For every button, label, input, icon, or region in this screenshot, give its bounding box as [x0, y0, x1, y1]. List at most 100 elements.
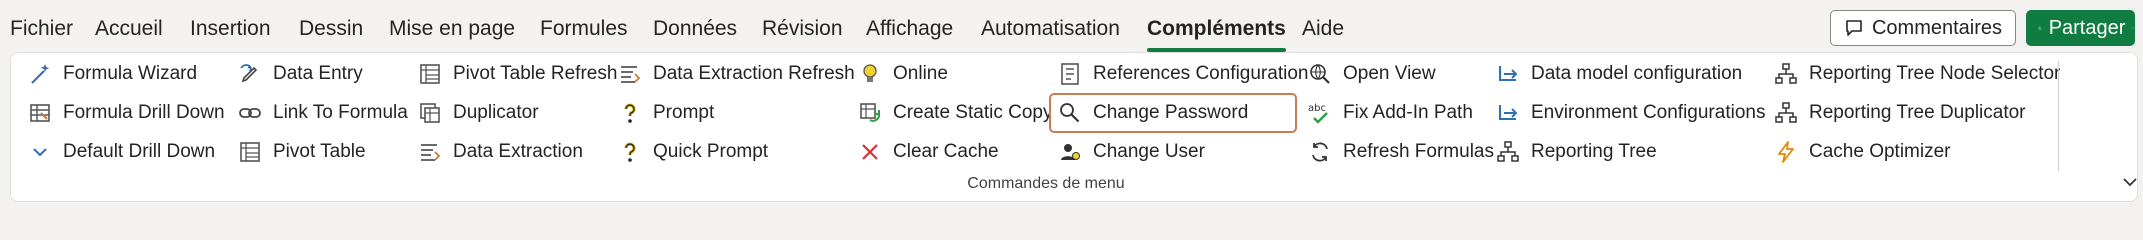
cmd-label: Open View: [1343, 63, 1436, 84]
cmd-label: Default Drill Down: [63, 141, 216, 162]
globe-search-icon: [1307, 61, 1333, 87]
environment-icon: [1495, 100, 1521, 126]
cmd-label: Formula Wizard: [63, 63, 198, 84]
comments-button[interactable]: Commentaires: [1830, 10, 2016, 46]
environment-configurations-button[interactable]: Environment Configurations: [1489, 95, 1771, 131]
bulb-icon: [857, 61, 883, 87]
tab-file[interactable]: Fichier: [10, 14, 73, 44]
cmd-label: Reporting Tree Duplicator: [1809, 102, 2026, 123]
data-model-configuration-button[interactable]: Data model configuration: [1489, 56, 1748, 92]
tab-view[interactable]: Affichage: [866, 14, 953, 44]
online-button[interactable]: Online: [851, 56, 954, 92]
comments-label: Commentaires: [1871, 16, 2003, 39]
reporting-tree-duplicator-button[interactable]: Reporting Tree Duplicator: [1767, 95, 2032, 131]
tab-insert[interactable]: Insertion: [190, 14, 271, 44]
data-extraction-button[interactable]: Data Extraction: [411, 134, 589, 170]
close-icon: [857, 139, 883, 165]
quick-prompt-button[interactable]: Quick Prompt: [611, 134, 774, 170]
tree-duplicate-icon: [1773, 100, 1799, 126]
references-configuration-button[interactable]: References Configuration: [1051, 56, 1314, 92]
link-icon: [237, 100, 263, 126]
chevron-down-icon[interactable]: [2132, 21, 2135, 35]
cmd-label: Data model configuration: [1531, 63, 1743, 84]
group-label: Commandes de menu: [967, 175, 1125, 192]
pivot-refresh-icon: [417, 61, 443, 87]
cmd-label: Cache Optimizer: [1809, 141, 1951, 162]
formula-wizard-button[interactable]: Formula Wizard: [21, 56, 203, 92]
cmd-label: Quick Prompt: [653, 141, 769, 162]
cmd-label: Reporting Tree: [1531, 141, 1657, 162]
cmd-label: References Configuration: [1093, 63, 1309, 84]
open-view-button[interactable]: Open View: [1301, 56, 1442, 92]
lightning-icon: [1773, 139, 1799, 165]
user-change-icon: [1057, 139, 1083, 165]
pivot-table-icon: [237, 139, 263, 165]
cmd-label: Create Static Copy: [893, 102, 1053, 123]
tab-formulas[interactable]: Formules: [540, 14, 628, 44]
cmd-label: Reporting Tree Node Selector: [1809, 63, 2061, 84]
prompt-button[interactable]: Prompt: [611, 95, 720, 131]
tab-data[interactable]: Données: [653, 14, 737, 44]
share-button[interactable]: Partager: [2026, 10, 2135, 46]
data-entry-button[interactable]: Data Entry: [231, 56, 369, 92]
cmd-label: Fix Add-In Path: [1343, 102, 1473, 123]
share-icon: [2038, 26, 2042, 30]
cmd-label: Change User: [1093, 141, 1205, 162]
ribbon-tab-bar: Fichier Accueil Insertion Dessin Mise en…: [0, 0, 2143, 58]
tab-draw[interactable]: Dessin: [299, 14, 363, 44]
change-password-button[interactable]: Change Password: [1049, 93, 1297, 133]
pencil-arrow-icon: [237, 61, 263, 87]
cmd-label: Refresh Formulas: [1343, 141, 1494, 162]
tab-automate[interactable]: Automatisation: [981, 14, 1120, 44]
cmd-label: Data Extraction: [453, 141, 583, 162]
tab-add-ins[interactable]: Compléments: [1147, 14, 1286, 52]
cmd-label: Link To Formula: [273, 102, 408, 123]
chevron-down-icon: [2123, 178, 2137, 187]
reporting-tree-button[interactable]: Reporting Tree: [1489, 134, 1663, 170]
references-icon: [1057, 61, 1083, 87]
cmd-label: Data Extraction Refresh: [653, 63, 855, 84]
group-divider: [2058, 61, 2059, 171]
abc-check-icon: abc: [1307, 100, 1333, 126]
cmd-label: Data Entry: [273, 63, 363, 84]
clear-cache-button[interactable]: Clear Cache: [851, 134, 1005, 170]
comment-icon: [1846, 20, 1862, 36]
cmd-label: Online: [893, 63, 948, 84]
cmd-label: Formula Drill Down: [63, 102, 225, 123]
default-drill-down-button[interactable]: Default Drill Down: [21, 134, 221, 170]
tree-select-icon: [1773, 61, 1799, 87]
ribbon-collapse-button[interactable]: [2119, 171, 2141, 193]
chevron-down-icon: [27, 139, 53, 165]
duplicate-icon: [417, 100, 443, 126]
tab-review[interactable]: Révision: [762, 14, 843, 44]
svg-text:abc: abc: [1308, 103, 1326, 114]
pivot-table-refresh-button[interactable]: Pivot Table Refresh: [411, 56, 623, 92]
tab-help[interactable]: Aide: [1302, 14, 1344, 44]
quick-question-icon: [617, 139, 643, 165]
tree-icon: [1495, 139, 1521, 165]
cache-optimizer-button[interactable]: Cache Optimizer: [1767, 134, 1957, 170]
duplicator-button[interactable]: Duplicator: [411, 95, 545, 131]
link-to-formula-button[interactable]: Link To Formula: [231, 95, 414, 131]
static-copy-icon: [857, 100, 883, 126]
key-search-icon: [1057, 100, 1083, 126]
cmd-label: Change Password: [1093, 102, 1249, 123]
table-formula-icon: [27, 100, 53, 126]
tab-home[interactable]: Accueil: [95, 14, 163, 44]
cmd-label: Prompt: [653, 102, 715, 123]
cmd-label: Environment Configurations: [1531, 102, 1766, 123]
formula-drill-down-button[interactable]: Formula Drill Down: [21, 95, 231, 131]
tab-page-layout[interactable]: Mise en page: [389, 14, 515, 44]
refresh-formulas-button[interactable]: Refresh Formulas: [1301, 134, 1500, 170]
change-user-button[interactable]: Change User: [1051, 134, 1211, 170]
cmd-label: Pivot Table Refresh: [453, 63, 618, 84]
reporting-tree-node-selector-button[interactable]: Reporting Tree Node Selector: [1767, 56, 2066, 92]
fix-add-in-path-button[interactable]: abc Fix Add-In Path: [1301, 95, 1479, 131]
cmd-label: Duplicator: [453, 102, 539, 123]
create-static-copy-button[interactable]: Create Static Copy: [851, 95, 1058, 131]
question-icon: [617, 100, 643, 126]
share-label: Partager: [2048, 16, 2126, 39]
data-extraction-refresh-button[interactable]: Data Extraction Refresh: [611, 56, 861, 92]
cmd-label: Pivot Table: [273, 141, 366, 162]
pivot-table-button[interactable]: Pivot Table: [231, 134, 372, 170]
